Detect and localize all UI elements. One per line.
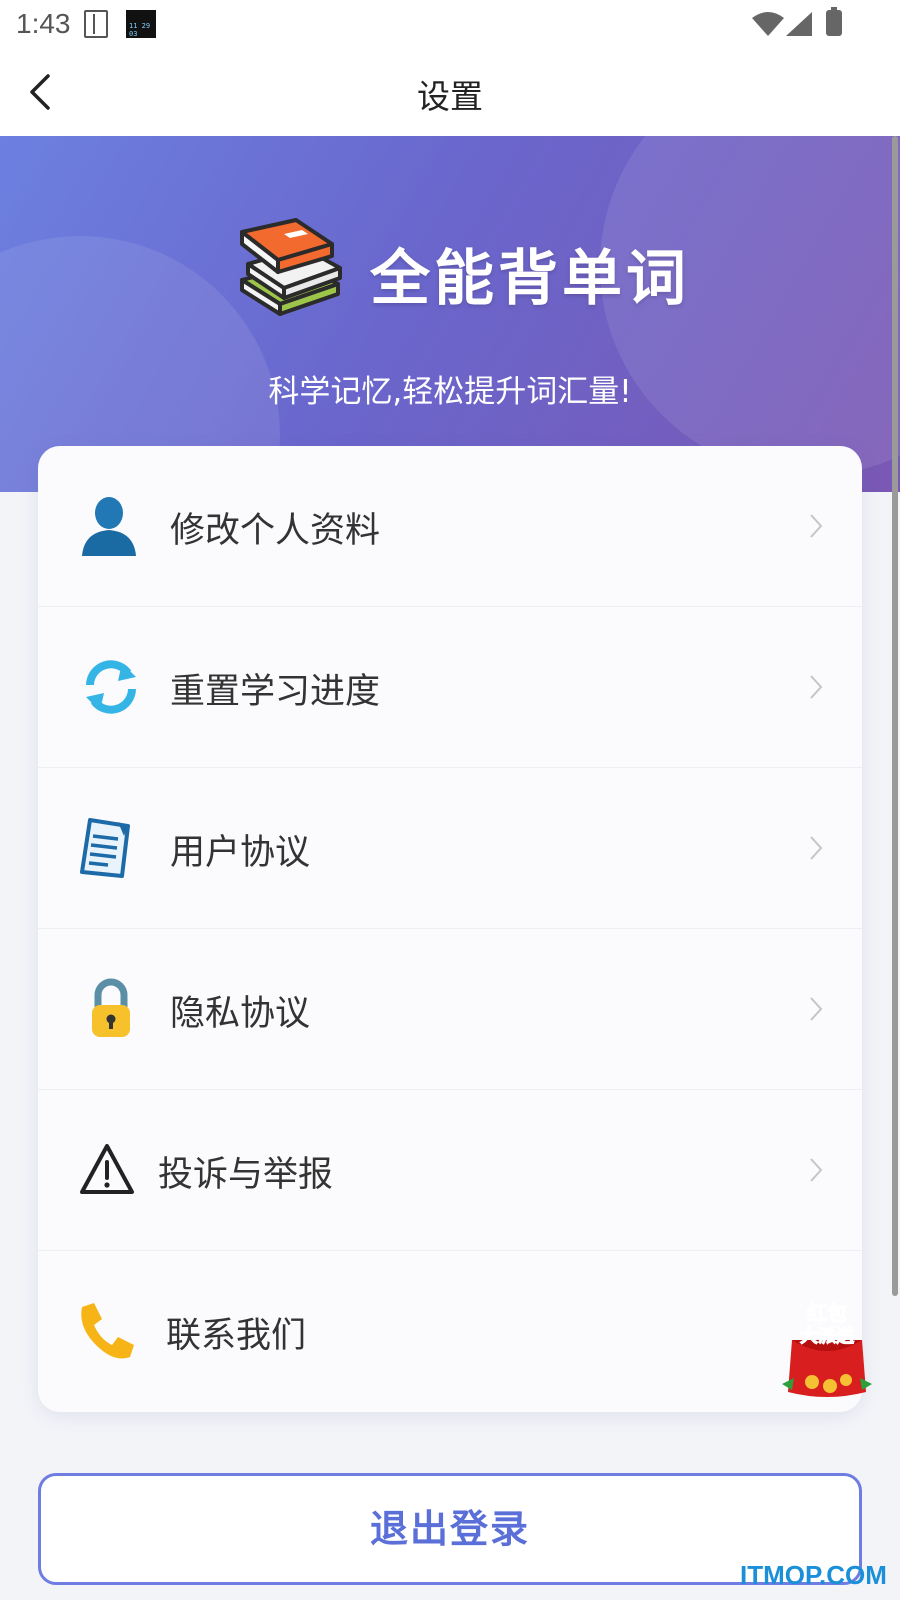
warning-icon [80,1144,134,1194]
notebook-icon [84,10,108,38]
menu-item-label: 联系我们 [166,1316,307,1356]
user-icon [82,497,136,556]
promo-line2: 大派送 [800,1325,855,1347]
red-envelope-icon: 红包 大派送 [782,1301,872,1397]
promo-line1: 红包 [807,1301,847,1325]
menu-item-privacy-policy[interactable]: 隐私协议 [38,929,862,1089]
chevron-right-icon [810,1158,823,1182]
menu-item-label: 重置学习进度 [170,672,381,712]
menu-item-label: 投诉与举报 [158,1155,334,1195]
wifi-icon [752,12,784,36]
menu-item-label: 隐私协议 [170,994,311,1034]
menu-item-label: 修改个人资料 [170,511,381,551]
page-title: 设置 [417,77,483,116]
clock-widget-text: 11 29 03 [129,22,151,38]
slogan: 科学记忆,轻松提升词汇量! [268,374,632,410]
battery-icon [826,7,842,36]
refresh-icon [86,660,136,714]
status-bar: 1:43 11 29 03 [0,0,900,48]
signal-icon [786,12,812,36]
phone-icon [81,1303,134,1359]
menu-item-contact-us[interactable]: 联系我们 [38,1251,862,1411]
clock-widget-icon: 11 29 03 [126,10,156,38]
chevron-right-icon [810,514,823,538]
nav-bar: 设置 [0,48,900,136]
status-time: 1:43 [16,8,71,39]
chevron-right-icon [810,836,823,860]
document-icon [80,818,130,878]
chevron-right-icon [810,997,823,1021]
lock-icon [92,978,130,1037]
app-logo-row: 全能背单词 [232,218,690,328]
app-name: 全能背单词 [370,243,690,314]
watermark: ITMOP.COM [740,1560,887,1590]
chevron-right-icon [810,675,823,699]
menu-item-complaint-report[interactable]: 投诉与举报 [38,1090,862,1250]
settings-card: 修改个人资料 重置学习进度 用户协议 隐私协议 投诉与举报 联系我们 [38,446,862,1412]
menu-item-user-agreement[interactable]: 用户协议 [38,768,862,928]
menu-item-edit-profile[interactable]: 修改个人资料 [38,446,862,606]
menu-item-reset-progress[interactable]: 重置学习进度 [38,607,862,767]
red-envelope-promo[interactable]: 红包 大派送 [782,1300,872,1402]
books-logo-icon [240,218,342,316]
logout-button[interactable]: 退出登录 [38,1473,862,1585]
header-banner: 全能背单词 科学记忆,轻松提升词汇量! [0,136,900,492]
scrollbar[interactable] [892,136,898,1296]
menu-item-label: 用户协议 [170,833,311,873]
